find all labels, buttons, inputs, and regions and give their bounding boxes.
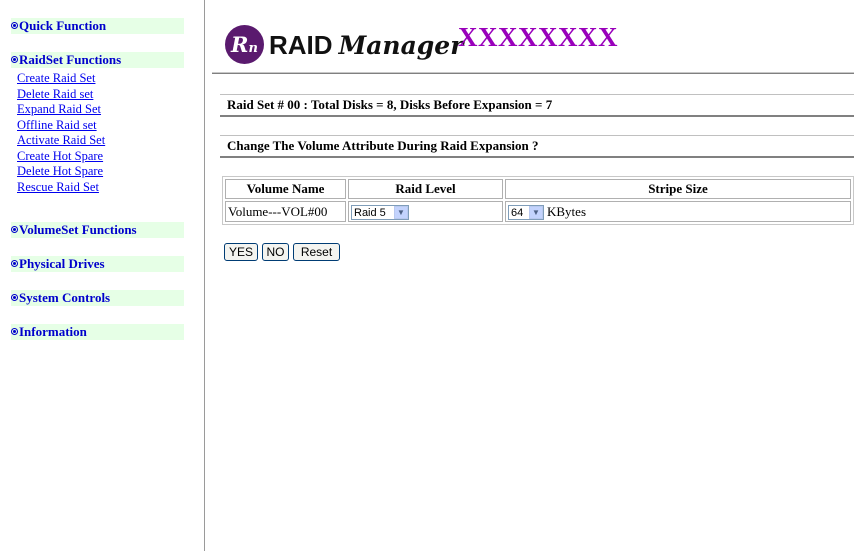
link-delete-raid-set[interactable]: Delete Raid set (17, 87, 105, 103)
nav-raidset-functions[interactable]: RaidSet Functions (11, 52, 184, 68)
link-rescue-raid-set[interactable]: Rescue Raid Set (17, 180, 105, 196)
stripe-size-units: KBytes (547, 204, 586, 219)
raid-set-info-bar: Raid Set # 00 : Total Disks = 8, Disks B… (220, 94, 854, 117)
raid-manager-logo-text: RAID Manager (269, 29, 463, 62)
banner-divider (212, 72, 854, 74)
logo-mark-tail: n (248, 41, 258, 56)
link-delete-hot-spare[interactable]: Delete Hot Spare (17, 164, 105, 180)
link-create-hot-spare[interactable]: Create Hot Spare (17, 149, 105, 165)
column-header-raid-level: Raid Level (348, 179, 503, 199)
nav-quick-function-label: Quick Function (19, 18, 107, 33)
bullet-icon (11, 328, 18, 335)
logo-word-manager: Manager (338, 31, 464, 60)
nav-information[interactable]: Information (11, 324, 184, 340)
raid-level-select[interactable]: Raid 5 ▼ (351, 204, 409, 220)
content-frame: Rn RAID Manager XXXXXXXX Raid Set # 00 : … (212, 0, 854, 551)
stripe-size-select[interactable]: 64 ▼ (508, 204, 544, 220)
nav-raidset-functions-label: RaidSet Functions (19, 52, 122, 67)
no-button[interactable]: NO (262, 243, 289, 261)
raid-level-value: Raid 5 (354, 206, 386, 219)
nav-physical-drives[interactable]: Physical Drives (11, 256, 184, 272)
reset-button[interactable]: Reset (293, 243, 340, 261)
bullet-icon (11, 294, 18, 301)
yes-button[interactable]: YES (224, 243, 258, 261)
volume-attribute-table: Volume Name Raid Level Stripe Size Volum… (222, 176, 854, 225)
chevron-down-icon[interactable]: ▼ (529, 205, 543, 219)
link-create-raid-set[interactable]: Create Raid Set (17, 71, 105, 87)
nav-system-controls[interactable]: System Controls (11, 290, 184, 306)
link-expand-raid-set[interactable]: Expand Raid Set (17, 102, 105, 118)
link-activate-raid-set[interactable]: Activate Raid Set (17, 133, 105, 149)
expansion-question-bar: Change The Volume Attribute During Raid … (220, 135, 854, 158)
column-header-volume-name: Volume Name (225, 179, 346, 199)
raid-manager-logo-icon: Rn (225, 25, 264, 64)
raidset-submenu: Create Raid Set Delete Raid set Expand R… (17, 71, 105, 195)
chevron-down-icon[interactable]: ▼ (394, 205, 408, 219)
bullet-icon (11, 226, 18, 233)
table-row: Volume---VOL#00 Raid 5 ▼ 64 ▼ KBytes (225, 201, 851, 222)
table-header-row: Volume Name Raid Level Stripe Size (225, 179, 851, 199)
link-offline-raid-set[interactable]: Offline Raid set (17, 118, 105, 134)
logo-mark: R (231, 32, 249, 57)
bullet-icon (11, 260, 18, 267)
nav-physical-drives-label: Physical Drives (19, 256, 105, 271)
stripe-size-cell: 64 ▼ KBytes (505, 201, 851, 222)
logo-word-raid: RAID (269, 30, 333, 60)
nav-system-controls-label: System Controls (19, 290, 111, 305)
column-header-stripe-size: Stripe Size (505, 179, 851, 199)
navigation-frame: Quick Function RaidSet Functions Create … (0, 0, 205, 551)
nav-information-label: Information (19, 324, 87, 339)
product-name: XXXXXXXX (458, 22, 618, 52)
volume-name-cell: Volume---VOL#00 (225, 201, 346, 222)
bullet-icon (11, 56, 18, 63)
header-banner: Rn RAID Manager XXXXXXXX (212, 0, 854, 72)
nav-quick-function[interactable]: Quick Function (11, 18, 184, 34)
raid-level-cell: Raid 5 ▼ (348, 201, 503, 222)
nav-volumeset-functions-label: VolumeSet Functions (19, 222, 137, 237)
stripe-size-value: 64 (511, 206, 524, 219)
bullet-icon (11, 22, 18, 29)
nav-volumeset-functions[interactable]: VolumeSet Functions (11, 222, 184, 238)
